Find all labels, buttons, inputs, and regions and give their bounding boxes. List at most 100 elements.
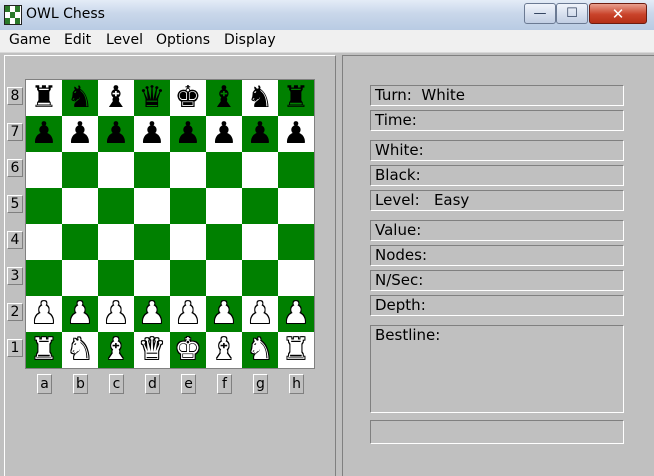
square-f7[interactable]: ♟ [206, 116, 242, 152]
white-pawn-icon[interactable]: ♟ [247, 299, 274, 329]
square-d6[interactable] [134, 152, 170, 188]
square-e4[interactable] [170, 224, 206, 260]
white-pawn-icon[interactable]: ♟ [67, 299, 94, 329]
white-pawn-icon[interactable]: ♟ [103, 299, 130, 329]
black-bishop-icon[interactable]: ♝ [103, 83, 130, 113]
square-f1[interactable]: ♝ [206, 332, 242, 368]
square-d4[interactable] [134, 224, 170, 260]
square-b2[interactable]: ♟ [62, 296, 98, 332]
black-pawn-icon[interactable]: ♟ [139, 119, 166, 149]
square-e5[interactable] [170, 188, 206, 224]
minimize-button[interactable]: — [524, 3, 556, 24]
square-d8[interactable]: ♛ [134, 80, 170, 116]
black-rook-icon[interactable]: ♜ [283, 83, 310, 113]
white-knight-icon[interactable]: ♞ [67, 335, 94, 365]
menu-level[interactable]: Level [106, 32, 143, 48]
square-f3[interactable] [206, 260, 242, 296]
square-a7[interactable]: ♟ [26, 116, 62, 152]
square-d3[interactable] [134, 260, 170, 296]
square-b5[interactable] [62, 188, 98, 224]
black-queen-icon[interactable]: ♛ [139, 83, 166, 113]
square-h2[interactable]: ♟ [278, 296, 314, 332]
square-b3[interactable] [62, 260, 98, 296]
black-king-icon[interactable]: ♚ [175, 83, 202, 113]
square-h6[interactable] [278, 152, 314, 188]
square-f6[interactable] [206, 152, 242, 188]
square-c5[interactable] [98, 188, 134, 224]
square-g4[interactable] [242, 224, 278, 260]
square-e6[interactable] [170, 152, 206, 188]
square-a1[interactable]: ♜ [26, 332, 62, 368]
black-pawn-icon[interactable]: ♟ [247, 119, 274, 149]
maximize-button[interactable]: ☐ [556, 3, 588, 24]
square-h5[interactable] [278, 188, 314, 224]
square-a2[interactable]: ♟ [26, 296, 62, 332]
square-d5[interactable] [134, 188, 170, 224]
white-bishop-icon[interactable]: ♝ [211, 335, 238, 365]
app-chess-icon[interactable] [4, 5, 22, 25]
square-g8[interactable]: ♞ [242, 80, 278, 116]
white-king-icon[interactable]: ♚ [175, 335, 202, 365]
close-button[interactable]: ✕ [589, 3, 647, 24]
white-rook-icon[interactable]: ♜ [31, 335, 58, 365]
square-c7[interactable]: ♟ [98, 116, 134, 152]
square-c4[interactable] [98, 224, 134, 260]
menu-options[interactable]: Options [156, 32, 210, 48]
square-b6[interactable] [62, 152, 98, 188]
square-g3[interactable] [242, 260, 278, 296]
black-pawn-icon[interactable]: ♟ [211, 119, 238, 149]
square-a8[interactable]: ♜ [26, 80, 62, 116]
square-g2[interactable]: ♟ [242, 296, 278, 332]
square-e8[interactable]: ♚ [170, 80, 206, 116]
square-e3[interactable] [170, 260, 206, 296]
square-e1[interactable]: ♚ [170, 332, 206, 368]
white-pawn-icon[interactable]: ♟ [175, 299, 202, 329]
square-c6[interactable] [98, 152, 134, 188]
square-c2[interactable]: ♟ [98, 296, 134, 332]
square-a6[interactable] [26, 152, 62, 188]
square-c8[interactable]: ♝ [98, 80, 134, 116]
black-pawn-icon[interactable]: ♟ [67, 119, 94, 149]
menu-game[interactable]: Game [9, 32, 51, 48]
square-e7[interactable]: ♟ [170, 116, 206, 152]
square-h7[interactable]: ♟ [278, 116, 314, 152]
square-b8[interactable]: ♞ [62, 80, 98, 116]
square-a5[interactable] [26, 188, 62, 224]
white-knight-icon[interactable]: ♞ [247, 335, 274, 365]
square-d7[interactable]: ♟ [134, 116, 170, 152]
square-c1[interactable]: ♝ [98, 332, 134, 368]
square-a4[interactable] [26, 224, 62, 260]
menu-display[interactable]: Display [224, 32, 276, 48]
square-a3[interactable] [26, 260, 62, 296]
white-pawn-icon[interactable]: ♟ [31, 299, 58, 329]
square-d1[interactable]: ♛ [134, 332, 170, 368]
square-h3[interactable] [278, 260, 314, 296]
white-pawn-icon[interactable]: ♟ [283, 299, 310, 329]
square-e2[interactable]: ♟ [170, 296, 206, 332]
white-queen-icon[interactable]: ♛ [139, 335, 166, 365]
black-pawn-icon[interactable]: ♟ [175, 119, 202, 149]
white-pawn-icon[interactable]: ♟ [211, 299, 238, 329]
black-bishop-icon[interactable]: ♝ [211, 83, 238, 113]
black-knight-icon[interactable]: ♞ [67, 83, 94, 113]
square-b1[interactable]: ♞ [62, 332, 98, 368]
square-c3[interactable] [98, 260, 134, 296]
square-b4[interactable] [62, 224, 98, 260]
square-d2[interactable]: ♟ [134, 296, 170, 332]
black-knight-icon[interactable]: ♞ [247, 83, 274, 113]
square-h4[interactable] [278, 224, 314, 260]
square-f8[interactable]: ♝ [206, 80, 242, 116]
square-h8[interactable]: ♜ [278, 80, 314, 116]
black-pawn-icon[interactable]: ♟ [103, 119, 130, 149]
black-rook-icon[interactable]: ♜ [31, 83, 58, 113]
black-pawn-icon[interactable]: ♟ [31, 119, 58, 149]
square-f4[interactable] [206, 224, 242, 260]
white-bishop-icon[interactable]: ♝ [103, 335, 130, 365]
white-rook-icon[interactable]: ♜ [283, 335, 310, 365]
black-pawn-icon[interactable]: ♟ [283, 119, 310, 149]
square-f5[interactable] [206, 188, 242, 224]
square-b7[interactable]: ♟ [62, 116, 98, 152]
square-g5[interactable] [242, 188, 278, 224]
square-g6[interactable] [242, 152, 278, 188]
menu-edit[interactable]: Edit [64, 32, 91, 48]
